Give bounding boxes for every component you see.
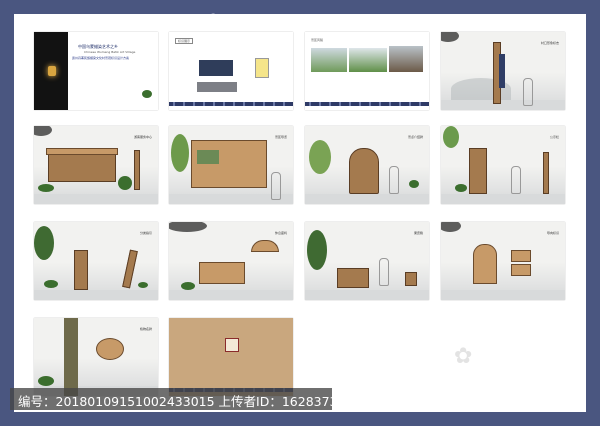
cover-line: 贵州丹寨民族蜡染文化村景观标识设计方案 — [72, 56, 130, 60]
kiosk-roof — [46, 148, 118, 155]
thumb-trash-bin[interactable]: 果皮箱 — [305, 222, 429, 300]
person-silhouette — [379, 258, 389, 286]
tree-icon — [443, 126, 459, 148]
ground — [34, 194, 158, 204]
caption-t11: 休息座椅 — [274, 231, 287, 235]
thumb-category-guide[interactable]: 分类指引 — [34, 222, 158, 300]
thumb-back-cover[interactable] — [169, 318, 293, 396]
pattern-swatch — [199, 60, 233, 76]
thumb-guide-board[interactable]: 景区导览 — [169, 126, 293, 204]
ground — [441, 194, 565, 204]
person-silhouette — [523, 78, 533, 106]
pine-icon — [441, 32, 459, 42]
caption-t7: 景点介绍牌 — [407, 135, 423, 139]
guide-board — [191, 140, 267, 188]
arch-panel — [473, 244, 497, 284]
cage-sign — [349, 148, 379, 194]
thumb-plant-tag[interactable]: 植物名牌 — [34, 318, 158, 396]
person-silhouette — [389, 166, 399, 194]
bush-icon — [118, 176, 132, 190]
caption-t8: 公示栏 — [549, 135, 559, 139]
layout-sheet: 中国乌蒙蜡染艺术之乡 Chinese Wumeng Batik Art Vill… — [14, 10, 586, 412]
caption-t5: 游客服务中心 — [133, 135, 152, 139]
bottom-stripe — [169, 102, 293, 106]
bush-icon — [138, 282, 148, 288]
page2-section-label: 标识展示 — [175, 38, 194, 44]
bin-pair — [337, 268, 369, 288]
ground — [305, 290, 429, 300]
guide-map — [197, 150, 219, 164]
page3-section-label: 景区风貌 — [311, 38, 324, 42]
plant-tag — [96, 338, 124, 360]
cover-photo — [34, 32, 68, 110]
bush-icon — [38, 376, 54, 386]
bench — [199, 262, 245, 284]
side-post — [134, 150, 140, 190]
watermark-icon: ✿ — [454, 344, 473, 369]
thumb-cover[interactable]: 中国乌蒙蜡染艺术之乡 Chinese Wumeng Batik Art Vill… — [34, 32, 158, 110]
ground — [169, 290, 293, 300]
thumb-direction-sign[interactable]: 导向标识 — [441, 222, 565, 300]
ground — [441, 290, 565, 300]
caption-t15: 植物名牌 — [139, 327, 152, 331]
bottom-stripe — [305, 102, 429, 106]
slim-post — [543, 152, 549, 194]
bush-icon — [44, 280, 58, 288]
tree-icon — [171, 134, 189, 172]
thumb-notice-board[interactable]: 公示栏 — [441, 126, 565, 204]
pine-icon — [34, 126, 52, 136]
small-panel — [511, 264, 531, 276]
upload-info-text: 编号：20180109151002433015 上传者ID：1628373 — [18, 394, 338, 409]
thumb-entrance-sign[interactable]: 村口形象标志 — [441, 32, 565, 110]
thumb-intro-sign[interactable]: 景点介绍牌 — [305, 126, 429, 204]
arch-sign — [251, 240, 279, 252]
caption-t4: 村口形象标志 — [540, 41, 559, 45]
watermark-icon: ✿ — [204, 10, 223, 35]
label-swatch — [255, 58, 269, 78]
tree-icon — [307, 230, 327, 270]
ground — [34, 290, 158, 300]
small-bin — [405, 272, 417, 286]
tree-icon — [309, 140, 331, 174]
caption-t6: 景区导览 — [274, 135, 287, 139]
notice-board — [469, 148, 487, 194]
thumb-page2[interactable]: 标识展示 — [169, 32, 293, 110]
tree-icon — [142, 90, 152, 98]
person-silhouette — [271, 172, 281, 200]
kiosk-body — [48, 154, 116, 182]
tree-trunk — [64, 318, 78, 396]
bush-icon — [181, 282, 195, 290]
thumb-bench[interactable]: 休息座椅 — [169, 222, 293, 300]
landscape-photo — [311, 48, 347, 72]
upload-info-bar: 编号：20180109151002433015 上传者ID：1628373 — [10, 388, 338, 410]
ground — [441, 100, 565, 110]
thumb-visitor-center[interactable]: 游客服务中心 — [34, 126, 158, 204]
caption-t9: 分类指引 — [139, 231, 152, 235]
cover-subtitle: Chinese Wumeng Batik Art Village — [84, 50, 136, 54]
thumb-page3[interactable]: 景区风貌 — [305, 32, 429, 110]
lantern-icon — [48, 66, 56, 76]
caption-t13: 导向标识 — [546, 231, 559, 235]
logo-seal — [225, 338, 239, 352]
tree-icon — [34, 226, 54, 260]
people-photo — [389, 46, 423, 72]
landscape-photo-2 — [349, 48, 387, 72]
caption-t12: 果皮箱 — [413, 231, 423, 235]
pine-icon — [169, 222, 207, 232]
bush-icon — [38, 184, 54, 192]
ground — [305, 194, 429, 204]
small-panel — [511, 250, 531, 262]
sign-panel — [499, 54, 505, 88]
photo-row — [197, 82, 237, 92]
bush-icon — [455, 184, 467, 192]
short-sign — [74, 250, 88, 290]
bush-icon — [409, 180, 419, 188]
person-silhouette — [511, 166, 521, 194]
pine-icon — [441, 222, 461, 232]
